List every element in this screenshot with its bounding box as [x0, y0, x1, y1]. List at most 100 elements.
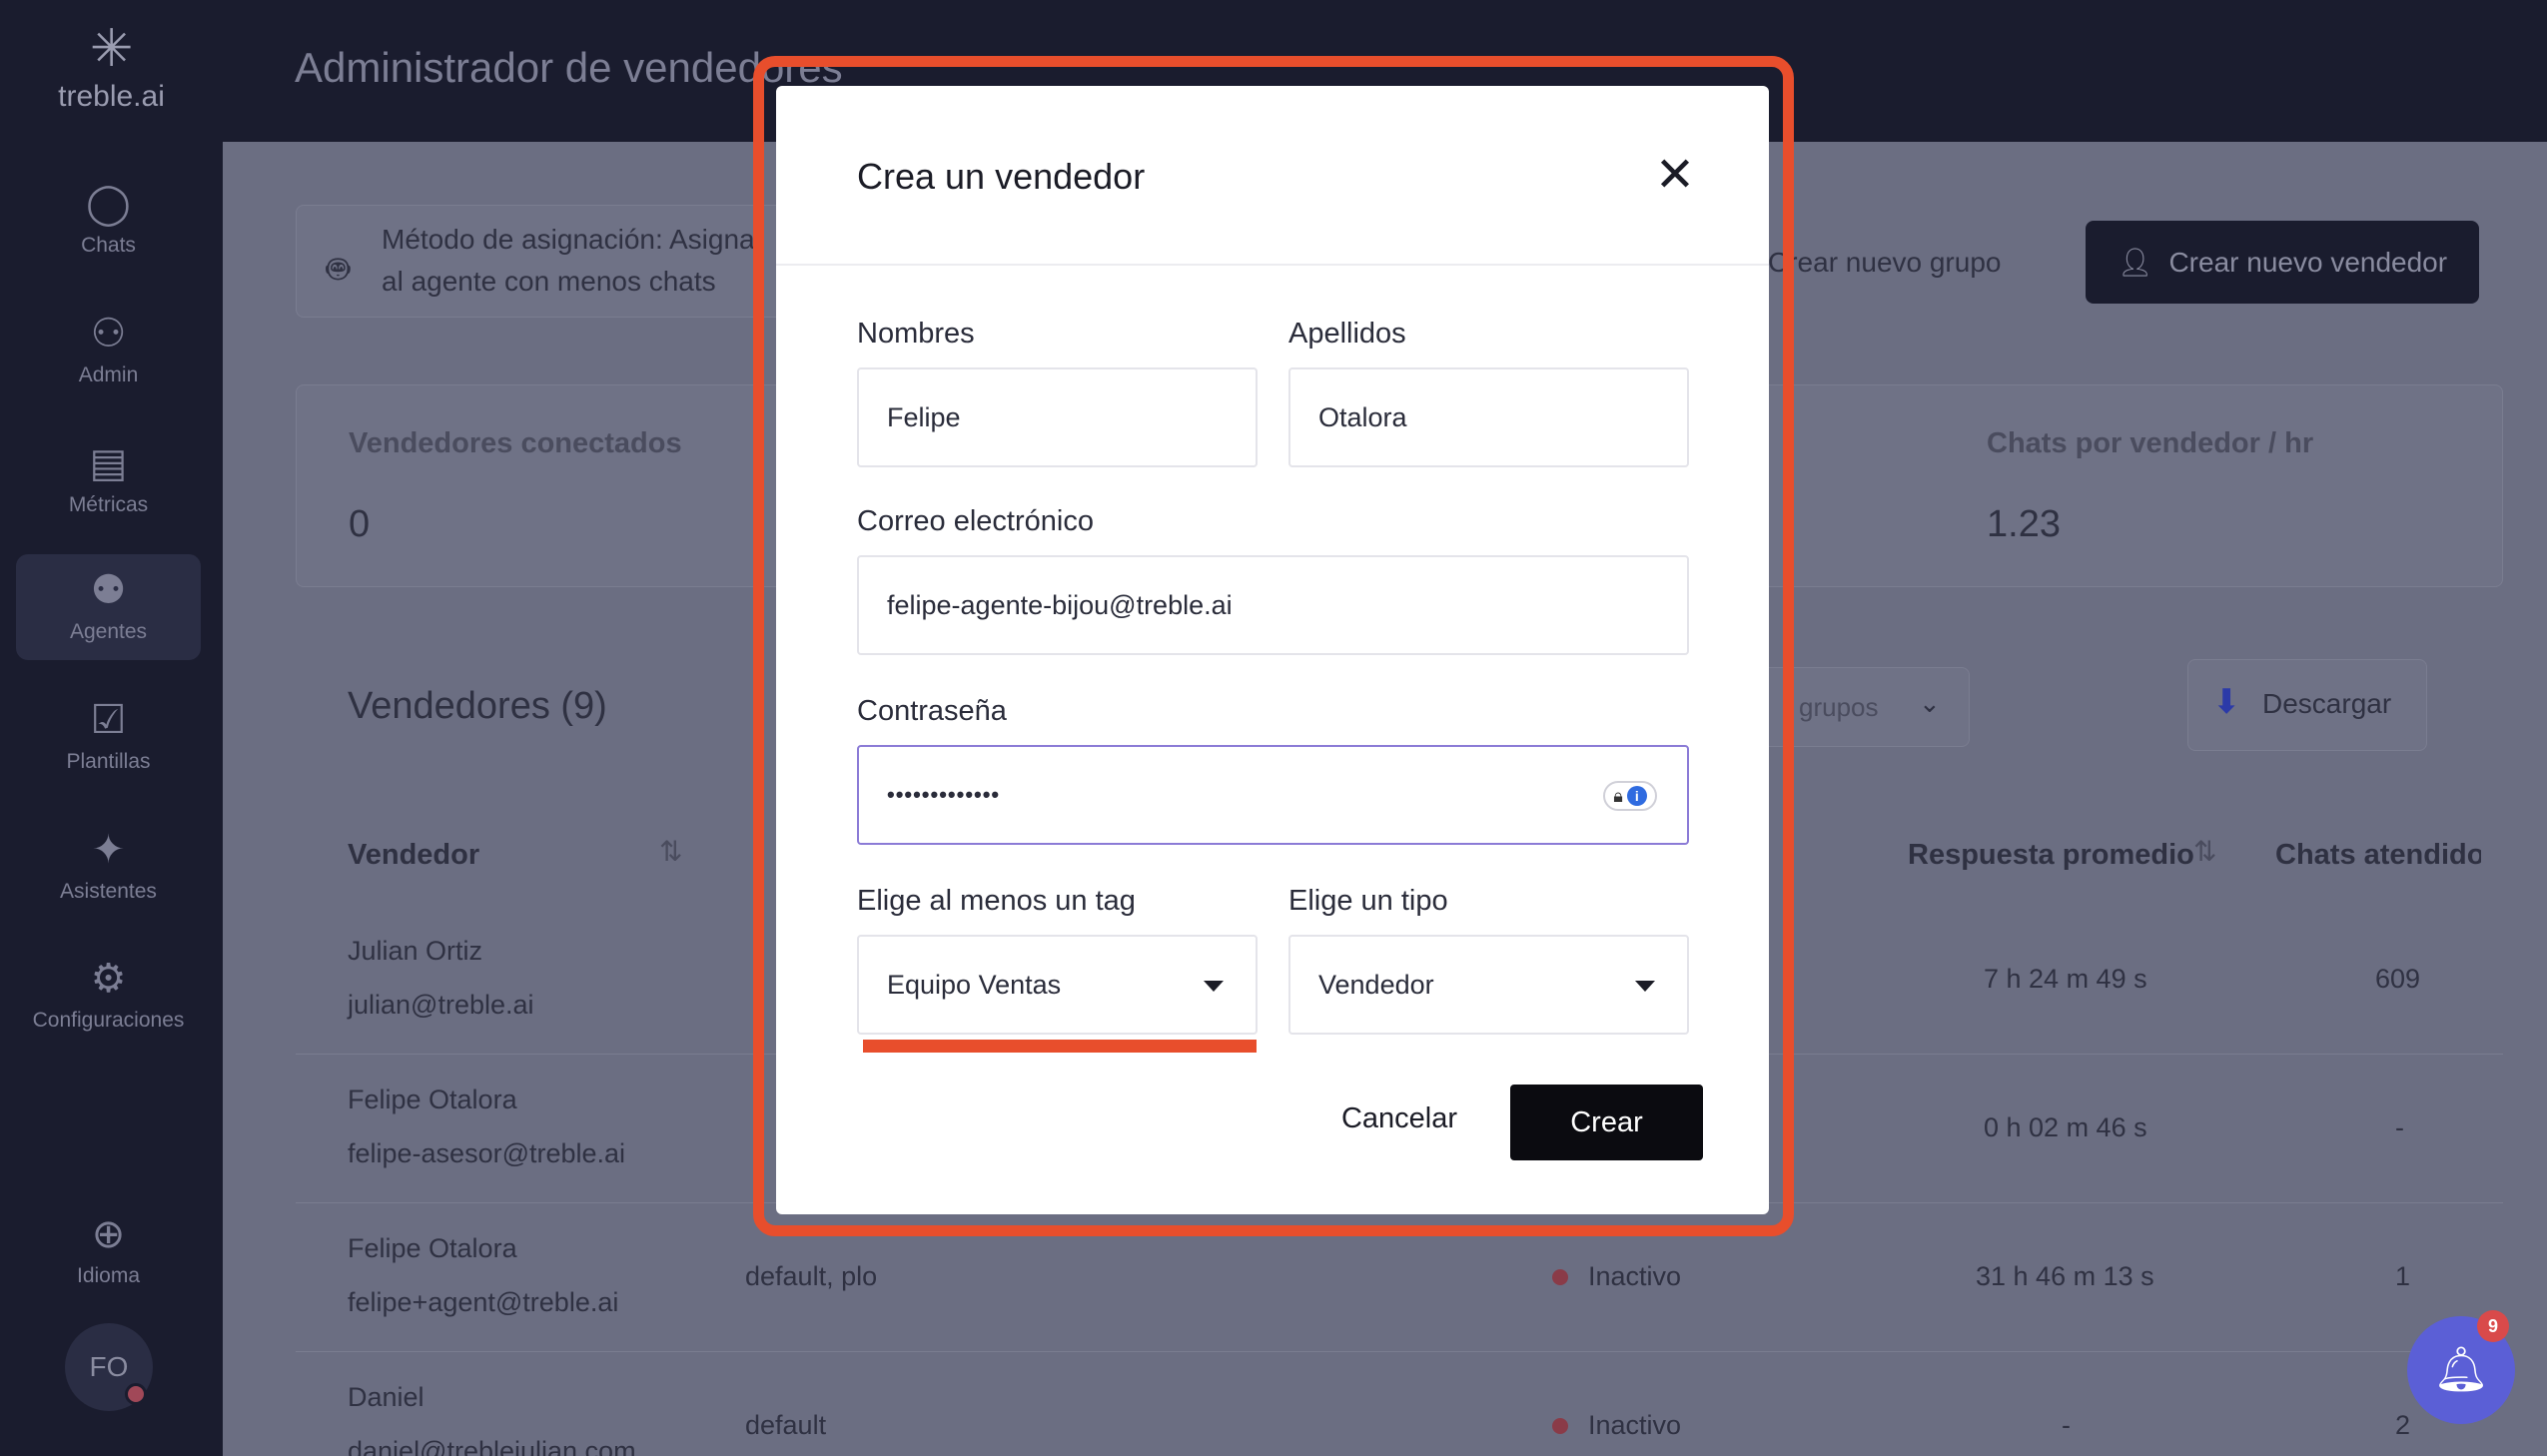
seller-chats: 1 — [2395, 1261, 2411, 1291]
sidebar-item-plantillas[interactable]: ☑ Plantillas — [16, 684, 201, 790]
sidebar-item-label: Idioma — [76, 1264, 141, 1287]
seller-chats: 609 — [2375, 964, 2421, 994]
chat-icon: ◯ — [86, 182, 131, 226]
seller-response: - — [2062, 1410, 2071, 1440]
caret-down-icon — [1204, 981, 1224, 992]
logo-text: treble.ai — [58, 80, 165, 113]
sidebar-item-label: Admin — [78, 364, 139, 386]
user-icon: 👤︎ — [2117, 247, 2153, 278]
sidebar-item-agentes[interactable]: ⚉ Agentes — [16, 554, 201, 660]
type-select-value: Vendedor — [1318, 969, 1434, 1000]
caret-down-icon — [1635, 981, 1655, 992]
status-dot — [125, 1383, 147, 1405]
seller-status: Inactivo — [1588, 1261, 1682, 1291]
seller-status: Inactivo — [1588, 1410, 1682, 1440]
seller-name: Felipe Otalora — [348, 1233, 517, 1263]
modal-title: Crea un vendedor — [857, 156, 1146, 197]
table-row[interactable]: Daniel daniel@treblejulian.com default I… — [296, 1352, 2503, 1456]
download-label: Descargar — [2262, 688, 2392, 719]
seller-response: 0 h 02 m 46 s — [1984, 1112, 2147, 1142]
assignment-method-text: Método de asignación: Asigna — [382, 224, 755, 255]
tag-select[interactable]: Equipo Ventas — [857, 935, 1258, 1035]
seller-email: felipe+agent@treble.ai — [348, 1287, 619, 1317]
last-name-value: Otalora — [1318, 401, 1407, 432]
stat-value: 1.23 — [1987, 503, 2061, 545]
seller-email: felipe-asesor@treble.ai — [348, 1138, 626, 1168]
agents-icon: ⚉ — [90, 568, 127, 612]
seller-response: 31 h 46 m 13 s — [1976, 1261, 2154, 1291]
sidebar-item-label: Chats — [81, 234, 136, 257]
admin-icon: ⚇ — [90, 312, 127, 356]
seller-chats: 2 — [2395, 1410, 2411, 1440]
sidebar-item-idioma[interactable]: ⊕ Idioma — [16, 1198, 201, 1304]
password-field[interactable]: ••••••••••••• 🔒︎ i — [857, 745, 1689, 845]
sidebar-item-admin[interactable]: ⚇ Admin — [16, 298, 201, 403]
column-header-vendedor[interactable]: Vendedor — [348, 839, 479, 872]
lock-icon: 🔒︎ — [1613, 785, 1623, 806]
new-seller-label: Crear nuevo vendedor — [2168, 246, 2448, 278]
seller-email: daniel@treblejulian.com — [348, 1436, 636, 1456]
seller-name: Julian Ortiz — [348, 936, 483, 966]
password-key-icon: i — [1626, 786, 1647, 806]
first-name-input[interactable]: Felipe — [857, 367, 1258, 467]
password-manager-icon[interactable]: 🔒︎ i — [1603, 781, 1657, 811]
modal-header: Crea un vendedor ✕ — [776, 86, 1769, 266]
tag-label: Elige al menos un tag — [857, 885, 1136, 917]
new-group-label: Crear nuevo grupo — [1768, 246, 2002, 278]
sidebar-item-configuraciones[interactable]: ⚙ Configuraciones — [16, 943, 201, 1049]
globe-icon: ⊕ — [91, 1212, 126, 1256]
settings-icon: ⚙ — [90, 957, 127, 1001]
type-select[interactable]: Vendedor — [1288, 935, 1689, 1035]
assistants-icon: ✦ — [91, 828, 126, 872]
avatar[interactable]: FO — [65, 1323, 153, 1411]
assignment-method-card[interactable]: 🤖︎ Método de asignación: Asigna al agent… — [296, 205, 795, 318]
create-button[interactable]: Crear — [1510, 1085, 1703, 1160]
status-dot — [1552, 1418, 1568, 1434]
password-value: ••••••••••••• — [887, 782, 1001, 807]
new-group-button[interactable]: Crear nuevo grupo — [1768, 221, 2050, 304]
first-name-label: Nombres — [857, 318, 975, 350]
cancel-button[interactable]: Cancelar — [1309, 1081, 1489, 1156]
seller-email: julian@treble.ai — [348, 990, 534, 1020]
notification-count-badge: 9 — [2477, 1310, 2509, 1342]
bell-icon: 🔔︎ — [2433, 1345, 2489, 1394]
seller-name: Daniel — [348, 1382, 424, 1412]
download-icon: ⬇ — [2212, 683, 2241, 721]
seller-chats: - — [2395, 1112, 2404, 1142]
create-seller-modal: Crea un vendedor ✕ Nombres Felipe Apelli… — [776, 86, 1769, 1214]
sidebar-item-label: Configuraciones — [32, 1009, 185, 1032]
seller-tags: default, plo — [745, 1261, 878, 1291]
chevron-down-icon: ⌄ — [1919, 688, 1941, 718]
type-label: Elige un tipo — [1288, 885, 1448, 917]
avatar-initials: FO — [89, 1351, 129, 1382]
email-label: Correo electrónico — [857, 505, 1094, 537]
sidebar-item-asistentes[interactable]: ✦ Asistentes — [16, 814, 201, 920]
sidebar-item-chats[interactable]: ◯ Chats — [16, 168, 201, 274]
sidebar-item-label: Plantillas — [66, 750, 151, 773]
email-field[interactable]: felipe-agente-bijou@treble.ai — [857, 555, 1689, 655]
sidebar-item-metricas[interactable]: ▤ Métricas — [16, 427, 201, 533]
sidebar-item-label: Asistentes — [60, 880, 157, 903]
status-dot — [1552, 1269, 1568, 1285]
treble-logo-icon: ✳ — [89, 20, 134, 78]
templates-icon: ☑ — [90, 698, 127, 742]
stat-value: 0 — [349, 503, 371, 545]
new-seller-button[interactable]: 👤︎ Crear nuevo vendedor — [2086, 221, 2479, 304]
logo[interactable]: ✳ treble.ai — [0, 20, 223, 114]
column-header-respuesta[interactable]: Respuesta promedio — [1908, 839, 2194, 872]
sellers-list-title: Vendedores (9) — [348, 685, 607, 727]
tag-select-value: Equipo Ventas — [887, 969, 1062, 1000]
notification-button[interactable]: 🔔︎ 9 — [2407, 1310, 2515, 1424]
robot-icon: 🤖︎ — [327, 249, 350, 291]
last-name-input[interactable]: Otalora — [1288, 367, 1689, 467]
sort-icon[interactable]: ⇅ — [2193, 835, 2216, 868]
sort-icon[interactable]: ⇅ — [659, 835, 682, 868]
column-header-chats[interactable]: Chats atendidos — [2275, 839, 2481, 872]
sidebar-item-label: Agentes — [69, 620, 148, 643]
sidebar-item-label: Métricas — [68, 493, 149, 516]
seller-tags: default — [745, 1410, 827, 1440]
email-value: felipe-agente-bijou@treble.ai — [887, 589, 1233, 620]
group-filter-label: grupos — [1799, 692, 1879, 722]
close-icon[interactable]: ✕ — [1651, 152, 1699, 200]
download-button[interactable]: ⬇ Descargar — [2187, 659, 2427, 751]
